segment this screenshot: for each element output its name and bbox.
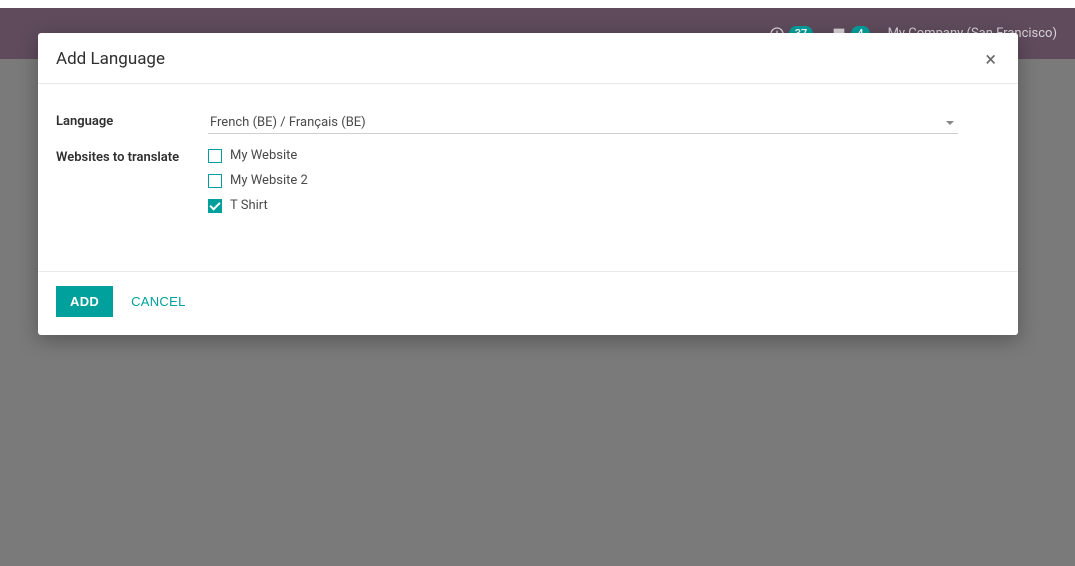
modal-body: Language French (BE) / Français (BE) Web… [38, 84, 1018, 271]
websites-row: Websites to translate My Website My Webs… [56, 148, 1000, 223]
website-option: My Website [208, 148, 958, 163]
language-select-wrap: French (BE) / Français (BE) [208, 112, 958, 134]
modal-footer: Add Cancel [38, 271, 1018, 335]
website-option: My Website 2 [208, 173, 958, 188]
language-label: Language [56, 112, 208, 129]
website-checkbox-my-website[interactable] [208, 149, 222, 163]
website-checkbox-my-website-2[interactable] [208, 174, 222, 188]
websites-label: Websites to translate [56, 148, 208, 165]
modal-header: Add Language × [38, 33, 1018, 84]
modal-title: Add Language [56, 49, 165, 69]
close-icon[interactable]: × [981, 49, 1000, 69]
add-button[interactable]: Add [56, 286, 113, 317]
language-select[interactable]: French (BE) / Français (BE) [208, 112, 958, 134]
website-option-label: T Shirt [230, 198, 268, 213]
add-language-modal: Add Language × Language French (BE) / Fr… [38, 33, 1018, 335]
website-option-label: My Website 2 [230, 173, 308, 188]
modal-overlay: Add Language × Language French (BE) / Fr… [0, 0, 1075, 566]
website-option-label: My Website [230, 148, 297, 163]
websites-list: My Website My Website 2 T Shirt [208, 148, 958, 223]
chevron-down-icon [946, 121, 954, 125]
website-checkbox-t-shirt[interactable] [208, 199, 222, 213]
website-option: T Shirt [208, 198, 958, 213]
language-select-value: French (BE) / Français (BE) [210, 115, 366, 130]
language-row: Language French (BE) / Français (BE) [56, 112, 1000, 134]
cancel-button[interactable]: Cancel [131, 294, 186, 309]
